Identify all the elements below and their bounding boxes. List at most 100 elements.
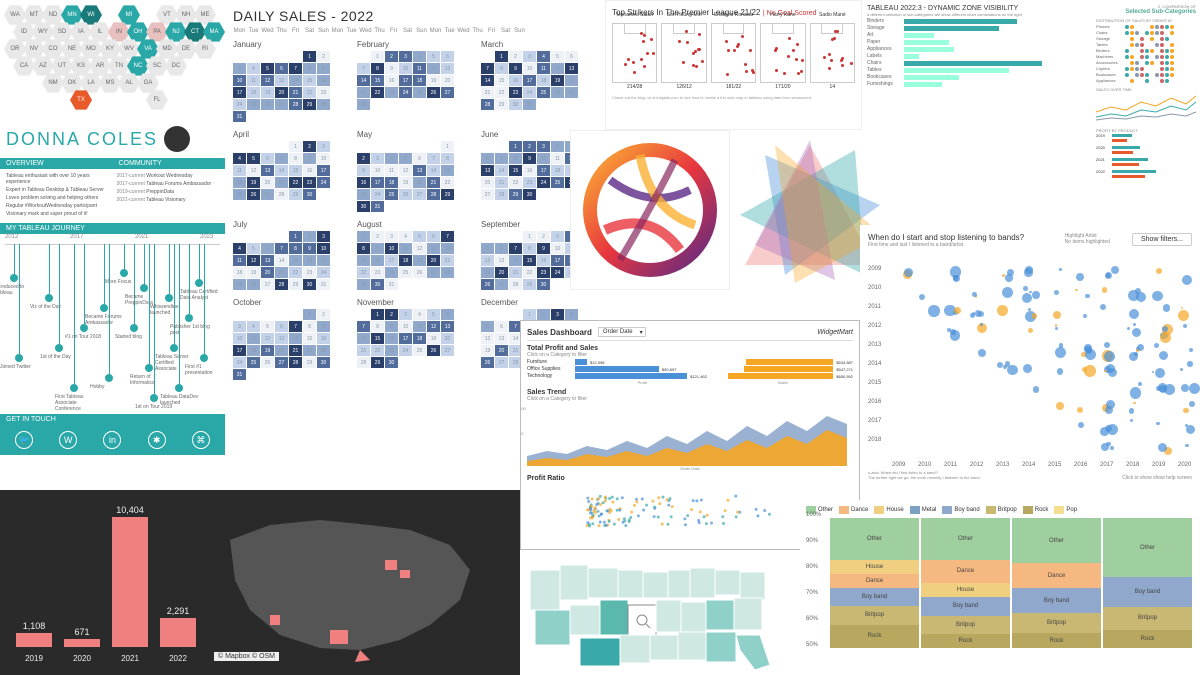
cal-day[interactable]: 20	[565, 75, 578, 86]
cal-day[interactable]: 20	[427, 255, 440, 266]
cal-day[interactable]: 14	[509, 255, 522, 266]
cal-day[interactable]: 31	[523, 99, 536, 110]
cal-day[interactable]: 13	[495, 333, 508, 344]
cal-day[interactable]: 30	[537, 279, 550, 290]
legend-Boy band[interactable]: Boy band	[942, 506, 979, 514]
cal-day[interactable]: 17	[233, 87, 246, 98]
cal-day[interactable]: 20	[261, 177, 274, 188]
cal-day[interactable]: 22	[289, 267, 302, 278]
cal-day[interactable]: 5	[247, 153, 260, 164]
cal-day[interactable]: 3	[523, 51, 536, 62]
genre-seg[interactable]: Other	[830, 518, 919, 560]
cal-day[interactable]: 29	[303, 357, 316, 368]
cal-day[interactable]: 8	[303, 63, 316, 74]
cal-day[interactable]: 19	[481, 345, 494, 356]
cal-day[interactable]: 31	[233, 369, 246, 380]
cal-day[interactable]: 12	[551, 63, 564, 74]
cal-day[interactable]: 26	[481, 279, 494, 290]
cal-day[interactable]: 22	[371, 87, 384, 98]
cal-day[interactable]: 31	[385, 279, 398, 290]
cal-day[interactable]: 2	[537, 231, 550, 242]
cal-day[interactable]: 16	[303, 165, 316, 176]
cal-day[interactable]: 13	[495, 255, 508, 266]
cal-day[interactable]: 11	[413, 63, 426, 74]
cal-day[interactable]: 26	[413, 267, 426, 278]
cal-day[interactable]: 28	[275, 189, 288, 200]
cal-day[interactable]: 5	[247, 243, 260, 254]
legend-Britpop[interactable]: Britpop	[986, 506, 1017, 514]
cal-day[interactable]: 4	[247, 63, 260, 74]
cal-day[interactable]: 11	[385, 165, 398, 176]
cal-day[interactable]: 12	[481, 255, 494, 266]
cal-day[interactable]: 12	[413, 243, 426, 254]
cal-day[interactable]: 28	[357, 357, 370, 368]
cal-day[interactable]: 11	[247, 333, 260, 344]
cal-day[interactable]: 30	[317, 357, 330, 368]
cal-day[interactable]: 30	[371, 279, 384, 290]
cal-day[interactable]: 9	[509, 63, 522, 74]
cal-day[interactable]: 24	[399, 345, 412, 356]
cal-day[interactable]: 16	[385, 75, 398, 86]
cal-day[interactable]: 8	[495, 63, 508, 74]
cal-day[interactable]: 3	[317, 231, 330, 242]
cal-day[interactable]: 27	[495, 279, 508, 290]
cal-day[interactable]: 23	[385, 87, 398, 98]
cal-day[interactable]: 1	[495, 51, 508, 62]
year-bar-2019[interactable]	[16, 633, 52, 647]
cal-day[interactable]: 21	[481, 87, 494, 98]
cal-day[interactable]: 2	[317, 309, 330, 320]
genre-seg[interactable]: Britpop	[1103, 607, 1192, 631]
cal-day[interactable]: 8	[289, 153, 302, 164]
cal-day[interactable]: 2	[317, 51, 330, 62]
cal-day[interactable]: 3	[551, 309, 564, 320]
cal-day[interactable]: 19	[247, 267, 260, 278]
cal-day[interactable]: 1	[289, 141, 302, 152]
cal-day[interactable]: 17	[371, 177, 384, 188]
cal-day[interactable]: 14	[275, 255, 288, 266]
cal-day[interactable]: 14	[357, 333, 370, 344]
order-date-dropdown[interactable]: Order Date▾	[598, 327, 646, 337]
cal-day[interactable]: 23	[371, 267, 384, 278]
cal-day[interactable]: 28	[289, 357, 302, 368]
cal-day[interactable]: 6	[261, 243, 274, 254]
cal-day[interactable]: 27	[275, 99, 288, 110]
legend-Rock[interactable]: Rock	[1023, 506, 1049, 514]
cal-day[interactable]: 29	[289, 189, 302, 200]
cal-day[interactable]: 19	[261, 345, 274, 356]
cal-day[interactable]: 22	[289, 177, 302, 188]
cal-day[interactable]: 15	[303, 333, 316, 344]
cal-day[interactable]: 29	[371, 357, 384, 368]
cal-day[interactable]: 2	[509, 51, 522, 62]
cal-day[interactable]: 19	[247, 177, 260, 188]
cal-day[interactable]: 9	[357, 165, 370, 176]
cal-day[interactable]: 16	[509, 75, 522, 86]
cal-day[interactable]: 10	[317, 153, 330, 164]
cal-day[interactable]: 17	[317, 255, 330, 266]
genre-seg[interactable]: Rock	[1012, 633, 1101, 648]
cal-day[interactable]: 8	[509, 153, 522, 164]
cal-day[interactable]: 15	[495, 75, 508, 86]
cal-day[interactable]: 23	[509, 87, 522, 98]
cal-day[interactable]: 27	[261, 279, 274, 290]
cal-day[interactable]: 29	[357, 279, 370, 290]
cal-day[interactable]: 14	[289, 333, 302, 344]
cal-day[interactable]: 26	[261, 357, 274, 368]
cal-day[interactable]: 20	[275, 87, 288, 98]
cal-day[interactable]: 28	[481, 99, 494, 110]
cal-day[interactable]: 11	[233, 255, 246, 266]
cal-day[interactable]: 3	[233, 321, 246, 332]
cal-day[interactable]: 12	[427, 63, 440, 74]
cal-day[interactable]: 27	[261, 189, 274, 200]
cal-day[interactable]: 10	[371, 165, 384, 176]
cal-day[interactable]: 22	[303, 345, 316, 356]
cal-day[interactable]: 17	[385, 255, 398, 266]
cal-day[interactable]: 23	[385, 345, 398, 356]
cal-day[interactable]: 18	[551, 165, 564, 176]
cal-day[interactable]: 10	[551, 243, 564, 254]
cal-day[interactable]: 13	[413, 165, 426, 176]
cal-day[interactable]: 31	[317, 279, 330, 290]
cal-day[interactable]: 6	[441, 309, 454, 320]
tableau-icon[interactable]: ✱	[148, 431, 166, 449]
cal-day[interactable]: 22	[303, 87, 316, 98]
cal-day[interactable]: 7	[289, 63, 302, 74]
